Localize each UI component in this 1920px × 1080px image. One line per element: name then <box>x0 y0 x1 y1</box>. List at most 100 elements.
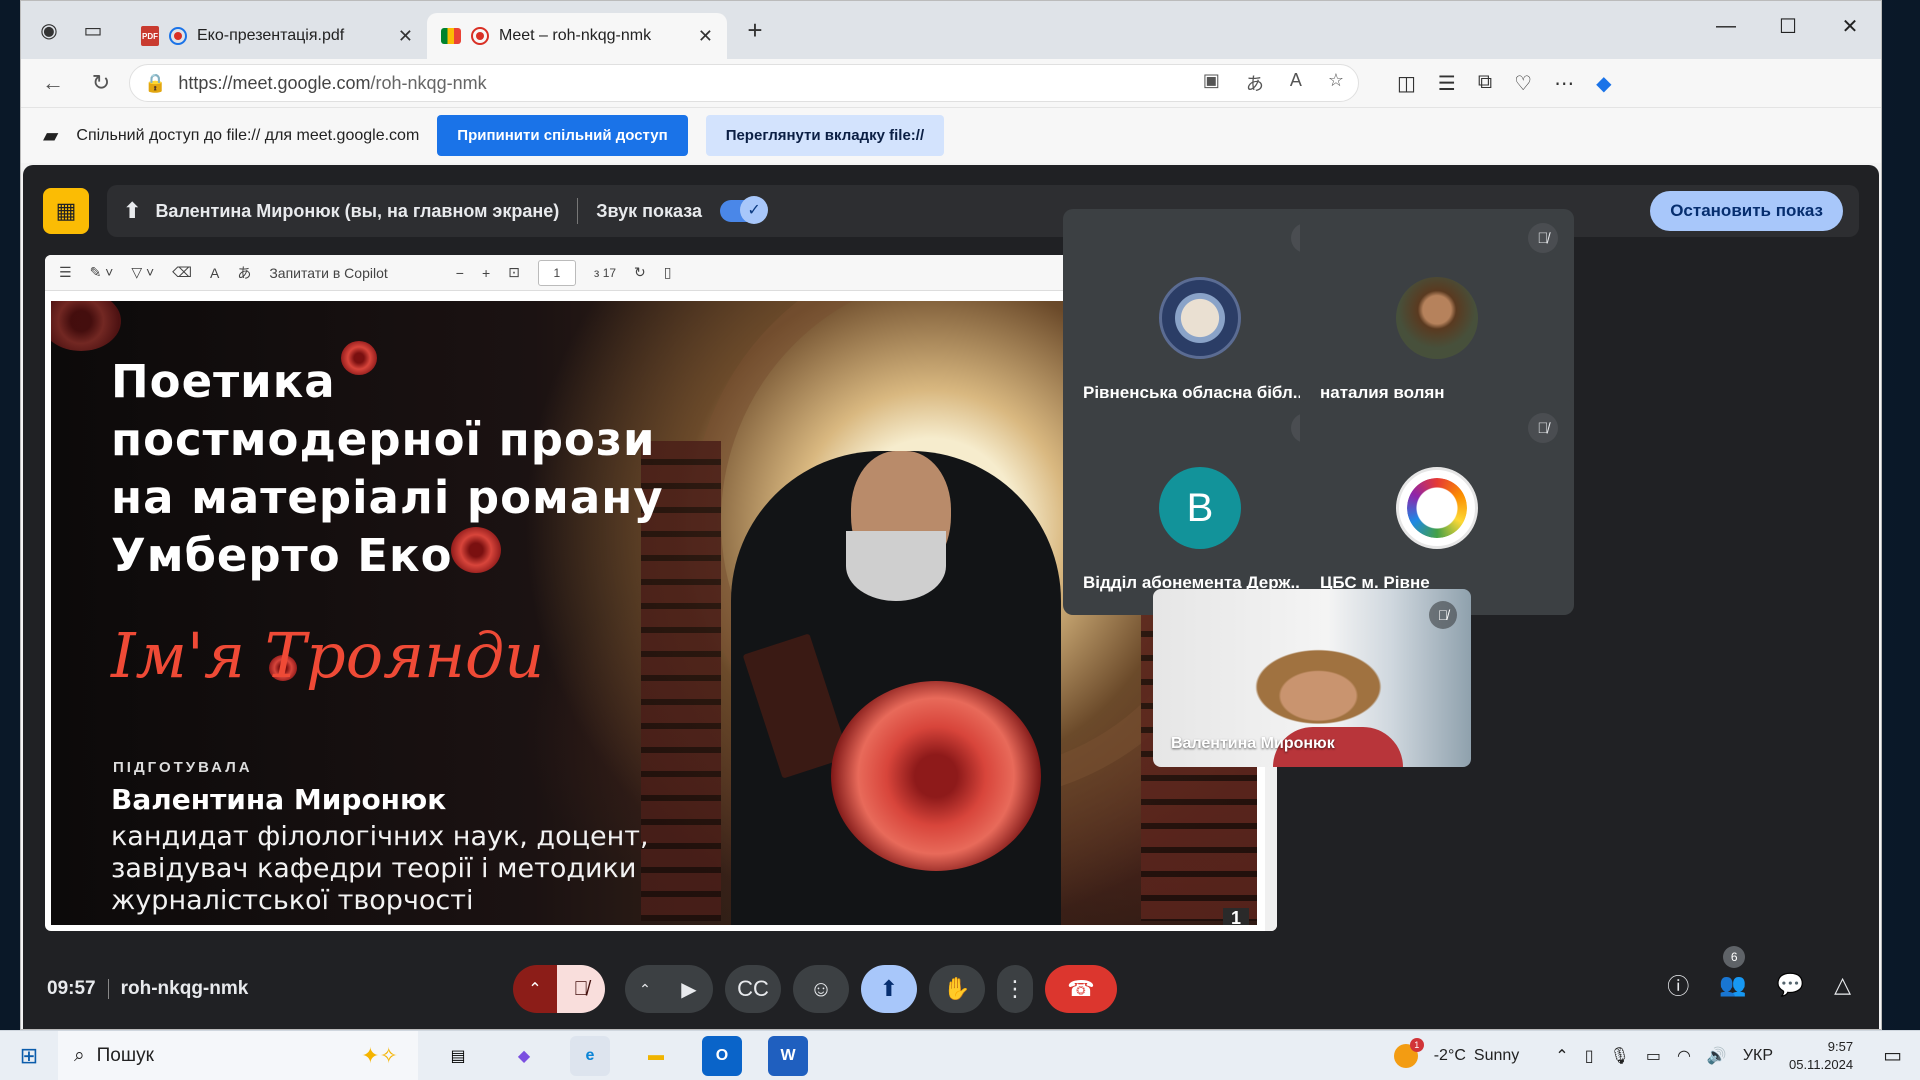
url-text: https://meet.google.com/roh-nkqg-nmk <box>178 72 487 93</box>
presenting-strip: ⬆ Валентина Миронюк (вы, на главном экра… <box>107 185 1859 237</box>
stop-sharing-button[interactable]: Припинити спільний доступ <box>437 115 688 156</box>
device-icon[interactable]: ▯ <box>1585 1046 1594 1066</box>
raise-hand-button[interactable]: ✋ <box>929 965 985 1013</box>
translate-icon[interactable]: あ <box>237 263 251 283</box>
highlight-icon[interactable]: ▽ ˅ <box>131 264 154 281</box>
tab-actions-icon[interactable]: ▭ <box>75 12 111 48</box>
fit-page-icon[interactable]: ⊡ <box>508 264 520 281</box>
back-icon[interactable]: ← <box>33 63 73 103</box>
tray-chevron-icon[interactable]: ⌃ <box>1555 1046 1568 1066</box>
battery-icon[interactable]: ▭ <box>1646 1046 1661 1066</box>
mic-muted-button[interactable]: 🎙̸ <box>557 965 605 1013</box>
taskbar-apps: ▤ ◆ e ▬ O W <box>438 1035 808 1076</box>
wifi-icon[interactable]: ◠ <box>1677 1046 1691 1066</box>
new-tab-icon[interactable]: + <box>737 12 773 48</box>
people-icon[interactable]: 👥 6 <box>1719 946 1747 998</box>
call-control-bar: 09:57 roh-nkqg-nmk ⌃ 🎙̸ ⌃ ▶ CC ☺ ⬆ ✋ ⋮ ☎ <box>23 946 1879 1029</box>
minimize-icon[interactable]: — <box>1695 1 1757 51</box>
view-tab-button[interactable]: Переглянути вкладку file:// <box>705 115 945 156</box>
language-indicator[interactable]: УКР <box>1743 1047 1773 1065</box>
notifications-icon[interactable]: ▭ <box>1883 1043 1902 1068</box>
captions-button[interactable]: CC <box>725 965 781 1013</box>
self-video-tile[interactable]: 🎙̸ Валентина Миронюк <box>1153 589 1471 767</box>
weather-temp: -2°C <box>1433 1046 1466 1064</box>
draw-icon[interactable]: ✎ ˅ <box>90 264 114 281</box>
search-placeholder: Пошук <box>96 1044 154 1066</box>
volume-icon[interactable]: 🔊 <box>1707 1046 1727 1066</box>
presenting-badge-icon: ▦ <box>43 188 89 234</box>
camera-icon[interactable]: ▣ <box>1203 70 1220 96</box>
copilot-app-icon[interactable]: ◆ <box>504 1036 544 1076</box>
task-view-icon[interactable]: ▤ <box>438 1036 478 1076</box>
browser-essentials-icon[interactable]: ♡ <box>1514 71 1532 96</box>
share-message: Спільний доступ до file:// для meet.goog… <box>76 126 420 144</box>
leave-call-button[interactable]: ☎ <box>1045 965 1117 1013</box>
meet-icon <box>441 28 461 44</box>
camera-button[interactable]: ▶ <box>665 965 713 1013</box>
participant-name: Валентина Миронюк <box>1171 735 1335 752</box>
present-screen-icon: ⬆ <box>123 198 142 223</box>
present-screen-button[interactable]: ⬆ <box>861 965 917 1013</box>
tab-meet[interactable]: Meet – roh-nkqg-nmk ✕ <box>427 13 727 59</box>
profile-icon[interactable]: ◉ <box>31 12 67 48</box>
eraser-icon[interactable]: ⌫ <box>172 264 192 281</box>
mic-tray-icon[interactable]: 🎙 <box>1610 1046 1630 1066</box>
muted-mic-icon: 🎙̸ <box>1429 601 1457 629</box>
activities-icon[interactable]: △ <box>1834 972 1851 998</box>
presenter-label: Валентина Миронюк (вы, на главном экране… <box>155 200 560 221</box>
chat-icon[interactable]: 💬 <box>1777 972 1804 998</box>
outlook-app-icon[interactable]: O <box>702 1035 742 1076</box>
taskbar-search[interactable]: ⌕ Пошук ✦✧ <box>58 1030 418 1080</box>
presentation-audio-toggle[interactable] <box>720 196 769 224</box>
more-options-button[interactable]: ⋮ <box>997 965 1033 1013</box>
emoji-reactions-button[interactable]: ☺ <box>793 965 849 1013</box>
tab-strip: ◉ ▭ PDF Еко-презентація.pdf ✕ Meet – roh… <box>21 1 1881 59</box>
maximize-icon[interactable]: ☐ <box>1757 1 1819 51</box>
stop-presenting-button[interactable]: Остановить показ <box>1650 191 1843 231</box>
search-icon: ⌕ <box>74 1044 85 1066</box>
page-number-input[interactable]: 1 <box>537 259 576 286</box>
browser-window: ◉ ▭ PDF Еко-презентація.pdf ✕ Meet – roh… <box>20 0 1882 1030</box>
participant-tile[interactable]: 🎙̸ Рівненська обласна бібл... <box>1063 209 1337 425</box>
weather-icon[interactable] <box>1393 1037 1424 1068</box>
translate-icon[interactable]: あ <box>1246 70 1264 96</box>
contents-icon[interactable]: ☰ <box>59 264 72 281</box>
split-screen-icon[interactable]: ◫ <box>1397 71 1416 96</box>
collections-icon[interactable]: ⧉ <box>1478 71 1492 96</box>
participant-tile[interactable]: 🎙̸ В Відділ абонемента Держ... <box>1063 399 1337 615</box>
refresh-icon[interactable]: ↻ <box>81 63 121 103</box>
windows-start-icon[interactable]: ⊞ <box>0 1043 58 1069</box>
tab-pdf[interactable]: PDF Еко-презентація.pdf ✕ <box>127 13 427 59</box>
more-menu-icon[interactable]: ⋯ <box>1554 71 1574 96</box>
meeting-info-icon[interactable]: ⓘ <box>1667 969 1689 1001</box>
edge-app-icon[interactable]: e <box>570 1035 610 1076</box>
rotate-icon[interactable]: ↻ <box>634 264 646 281</box>
participant-tile[interactable]: 🎙̸ наталия волян <box>1300 209 1574 425</box>
file-explorer-icon[interactable]: ▬ <box>636 1036 676 1076</box>
share-infobar: ▰ Спільний доступ до file:// для meet.go… <box>21 107 1881 163</box>
read-aloud-icon[interactable]: A <box>210 265 219 281</box>
audio-options-chevron-icon[interactable]: ⌃ <box>513 965 557 1013</box>
sharing-indicator-icon <box>169 27 187 45</box>
meet-stage: ▦ ⬆ Валентина Миронюк (вы, на главном эк… <box>23 165 1879 1029</box>
presentation-audio-label: Звук показа <box>596 200 703 221</box>
word-app-icon[interactable]: W <box>768 1035 808 1076</box>
zoom-in-icon[interactable]: + <box>482 265 490 281</box>
screen-share-icon: ▰ <box>43 125 59 147</box>
copilot-icon[interactable]: ◆ <box>1596 71 1611 96</box>
read-aloud-icon[interactable]: A <box>1290 70 1302 96</box>
close-window-icon[interactable]: ✕ <box>1819 1 1881 51</box>
clock[interactable]: 9:57 05.11.2024 <box>1789 1038 1853 1074</box>
page-view-icon[interactable]: ▯ <box>664 264 672 281</box>
favorites-icon[interactable]: ☰ <box>1438 71 1456 96</box>
close-tab-icon[interactable]: ✕ <box>698 26 713 47</box>
address-bar[interactable]: 🔒 https://meet.google.com/roh-nkqg-nmk ▣… <box>129 64 1359 102</box>
favorite-star-icon[interactable]: ☆ <box>1328 70 1344 96</box>
close-tab-icon[interactable]: ✕ <box>398 26 413 47</box>
participant-tile[interactable]: 🎙̸ ЦБС м. Рівне <box>1300 399 1574 615</box>
presenting-bar: ▦ ⬆ Валентина Миронюк (вы, на главном эк… <box>43 185 1859 237</box>
video-options-chevron-icon[interactable]: ⌃ <box>625 965 665 1013</box>
sparkle-icon: ✦✧ <box>361 1042 398 1068</box>
ask-copilot-button[interactable]: Запитати в Copilot <box>269 265 387 281</box>
zoom-out-icon[interactable]: − <box>456 265 464 281</box>
